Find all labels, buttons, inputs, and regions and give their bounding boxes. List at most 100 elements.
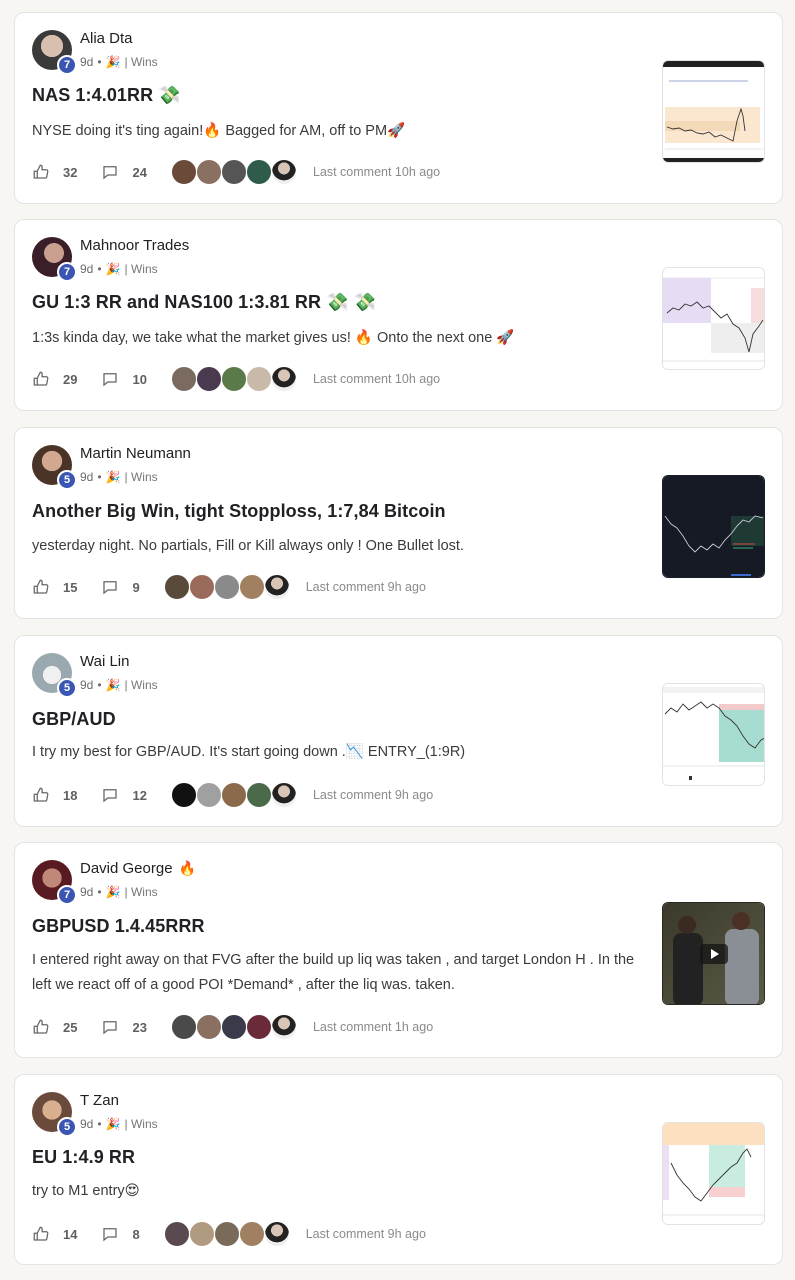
like-button[interactable]: 18: [32, 786, 77, 804]
post-thumbnail[interactable]: [662, 267, 765, 370]
commenter-avatar[interactable]: [270, 159, 297, 185]
post-card[interactable]: 7 Mahnoor Trades 9d • 🎉 | Wins GU 1:3 RR…: [14, 219, 783, 411]
post-time: 9d: [80, 470, 94, 484]
post-title[interactable]: GBPUSD 1.4.45RRR: [32, 916, 205, 937]
post-card[interactable]: 5 T Zan 9d • 🎉 | Wins EU 1:4.9 RR try to…: [14, 1074, 783, 1265]
commenter-avatar[interactable]: [263, 1221, 290, 1247]
post-title[interactable]: GBP/AUD: [32, 709, 116, 730]
post-body[interactable]: yesterday night. No partials, Fill or Ki…: [32, 534, 652, 559]
post-body[interactable]: I try my best for GBP/AUD. It's start go…: [32, 740, 652, 765]
post-category[interactable]: | Wins: [125, 470, 158, 484]
commenter-avatar[interactable]: [170, 159, 197, 185]
like-button[interactable]: 32: [32, 163, 77, 181]
commenter-avatars[interactable]: [170, 1014, 297, 1040]
post-card[interactable]: 7 Alia Dta 9d • 🎉 | Wins NAS 1:4.01RR 💸 …: [14, 12, 783, 204]
play-icon[interactable]: [700, 944, 728, 964]
commenter-avatar[interactable]: [220, 782, 247, 808]
commenter-avatar[interactable]: [195, 1014, 222, 1040]
commenter-avatar[interactable]: [270, 1014, 297, 1040]
comment-bubble-icon: [103, 373, 118, 387]
level-badge: 5: [57, 678, 77, 698]
commenter-avatar[interactable]: [270, 366, 297, 392]
post-body[interactable]: NYSE doing it's ting again!🔥 Bagged for …: [32, 119, 652, 144]
chart-thumbnail-image: [663, 684, 764, 785]
commenter-avatar[interactable]: [188, 574, 215, 600]
commenter-avatar[interactable]: [238, 1221, 265, 1247]
commenter-avatar[interactable]: [195, 782, 222, 808]
post-thumbnail[interactable]: [662, 1122, 765, 1225]
separator-dot: •: [97, 262, 102, 276]
commenter-avatar[interactable]: [188, 1221, 215, 1247]
commenter-avatars[interactable]: [170, 159, 297, 185]
commenter-avatar[interactable]: [270, 782, 297, 808]
post-feed: 7 Alia Dta 9d • 🎉 | Wins NAS 1:4.01RR 💸 …: [0, 0, 795, 1280]
commenter-avatar[interactable]: [263, 574, 290, 600]
author-name[interactable]: T Zan: [80, 1092, 119, 1109]
chart-thumbnail-image: [663, 476, 764, 577]
commenter-avatar[interactable]: [220, 366, 247, 392]
post-title[interactable]: EU 1:4.9 RR: [32, 1147, 135, 1168]
commenter-avatar[interactable]: [170, 782, 197, 808]
party-icon: 🎉: [105, 1117, 121, 1131]
comment-bubble-icon: [103, 1021, 118, 1035]
post-title[interactable]: GU 1:3 RR and NAS100 1:3.81 RR 💸 💸: [32, 292, 376, 313]
commenter-avatar[interactable]: [245, 159, 272, 185]
thumbs-up-icon: [33, 787, 49, 802]
party-icon: 🎉: [105, 885, 121, 899]
commenter-avatar[interactable]: [220, 159, 247, 185]
post-thumbnail[interactable]: [662, 683, 765, 786]
video-thumbnail[interactable]: [662, 902, 765, 1005]
post-thumbnail[interactable]: [662, 475, 765, 578]
post-meta: 9d • 🎉 | Wins: [80, 885, 158, 899]
author-name[interactable]: Alia Dta: [80, 30, 133, 47]
party-icon: 🎉: [105, 678, 121, 692]
commenter-avatar[interactable]: [238, 574, 265, 600]
post-card[interactable]: 5 Wai Lin 9d • 🎉 | Wins GBP/AUD I try my…: [14, 635, 783, 827]
comment-button[interactable]: 9: [101, 578, 140, 596]
commenter-avatar[interactable]: [170, 1014, 197, 1040]
post-category[interactable]: | Wins: [125, 1117, 158, 1131]
commenter-avatars[interactable]: [163, 574, 290, 600]
commenter-avatars[interactable]: [170, 366, 297, 392]
post-body[interactable]: 1:3s kinda day, we take what the market …: [32, 326, 652, 351]
comment-button[interactable]: 12: [101, 786, 147, 804]
comment-button[interactable]: 23: [101, 1018, 147, 1036]
post-thumbnail[interactable]: [662, 60, 765, 163]
like-button[interactable]: 29: [32, 370, 77, 388]
post-category[interactable]: | Wins: [125, 55, 158, 69]
commenter-avatar[interactable]: [163, 1221, 190, 1247]
comment-button[interactable]: 10: [101, 370, 147, 388]
commenter-avatar[interactable]: [213, 574, 240, 600]
author-name[interactable]: Mahnoor Trades: [80, 237, 189, 254]
commenter-avatar[interactable]: [170, 366, 197, 392]
post-title[interactable]: Another Big Win, tight Stopploss, 1:7,84…: [32, 501, 446, 522]
post-category[interactable]: | Wins: [125, 885, 158, 899]
like-button[interactable]: 25: [32, 1018, 77, 1036]
commenter-avatar[interactable]: [213, 1221, 240, 1247]
post-category[interactable]: | Wins: [125, 262, 158, 276]
post-category[interactable]: | Wins: [125, 678, 158, 692]
post-title[interactable]: NAS 1:4.01RR 💸: [32, 85, 181, 106]
post-body[interactable]: I entered right away on that FVG after t…: [32, 948, 652, 998]
commenter-avatar[interactable]: [245, 782, 272, 808]
commenter-avatar[interactable]: [163, 574, 190, 600]
post-actions: 18 12 Last comment 9h ago: [32, 781, 433, 809]
post-card[interactable]: 5 Martin Neumann 9d • 🎉 | Wins Another B…: [14, 427, 783, 619]
commenter-avatars[interactable]: [170, 782, 297, 808]
post-actions: 29 10 Last comment 10h ago: [32, 365, 440, 393]
comment-button[interactable]: 24: [101, 163, 147, 181]
commenter-avatars[interactable]: [163, 1221, 290, 1247]
commenter-avatar[interactable]: [245, 366, 272, 392]
author-name[interactable]: David George 🔥: [80, 860, 196, 877]
like-button[interactable]: 14: [32, 1225, 77, 1243]
post-body[interactable]: try to M1 entry😍: [32, 1179, 652, 1204]
post-card[interactable]: 7 David George 🔥 9d • 🎉 | Wins GBPUSD 1.4…: [14, 842, 783, 1058]
commenter-avatar[interactable]: [245, 1014, 272, 1040]
like-button[interactable]: 15: [32, 578, 77, 596]
commenter-avatar[interactable]: [220, 1014, 247, 1040]
author-name[interactable]: Martin Neumann: [80, 445, 191, 462]
commenter-avatar[interactable]: [195, 159, 222, 185]
commenter-avatar[interactable]: [195, 366, 222, 392]
author-name[interactable]: Wai Lin: [80, 653, 129, 670]
comment-button[interactable]: 8: [101, 1225, 140, 1243]
